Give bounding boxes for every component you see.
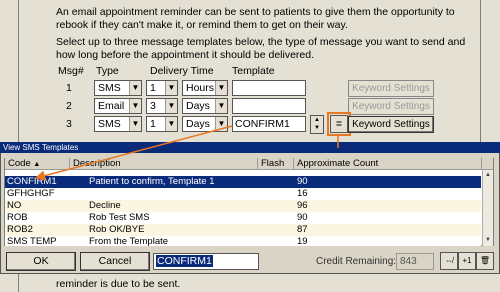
arrow-to-grid-row — [34, 125, 233, 181]
appointment-reminder-window: An email appointment reminder can be sen… — [0, 0, 500, 292]
callout-arrows — [34, 125, 339, 181]
